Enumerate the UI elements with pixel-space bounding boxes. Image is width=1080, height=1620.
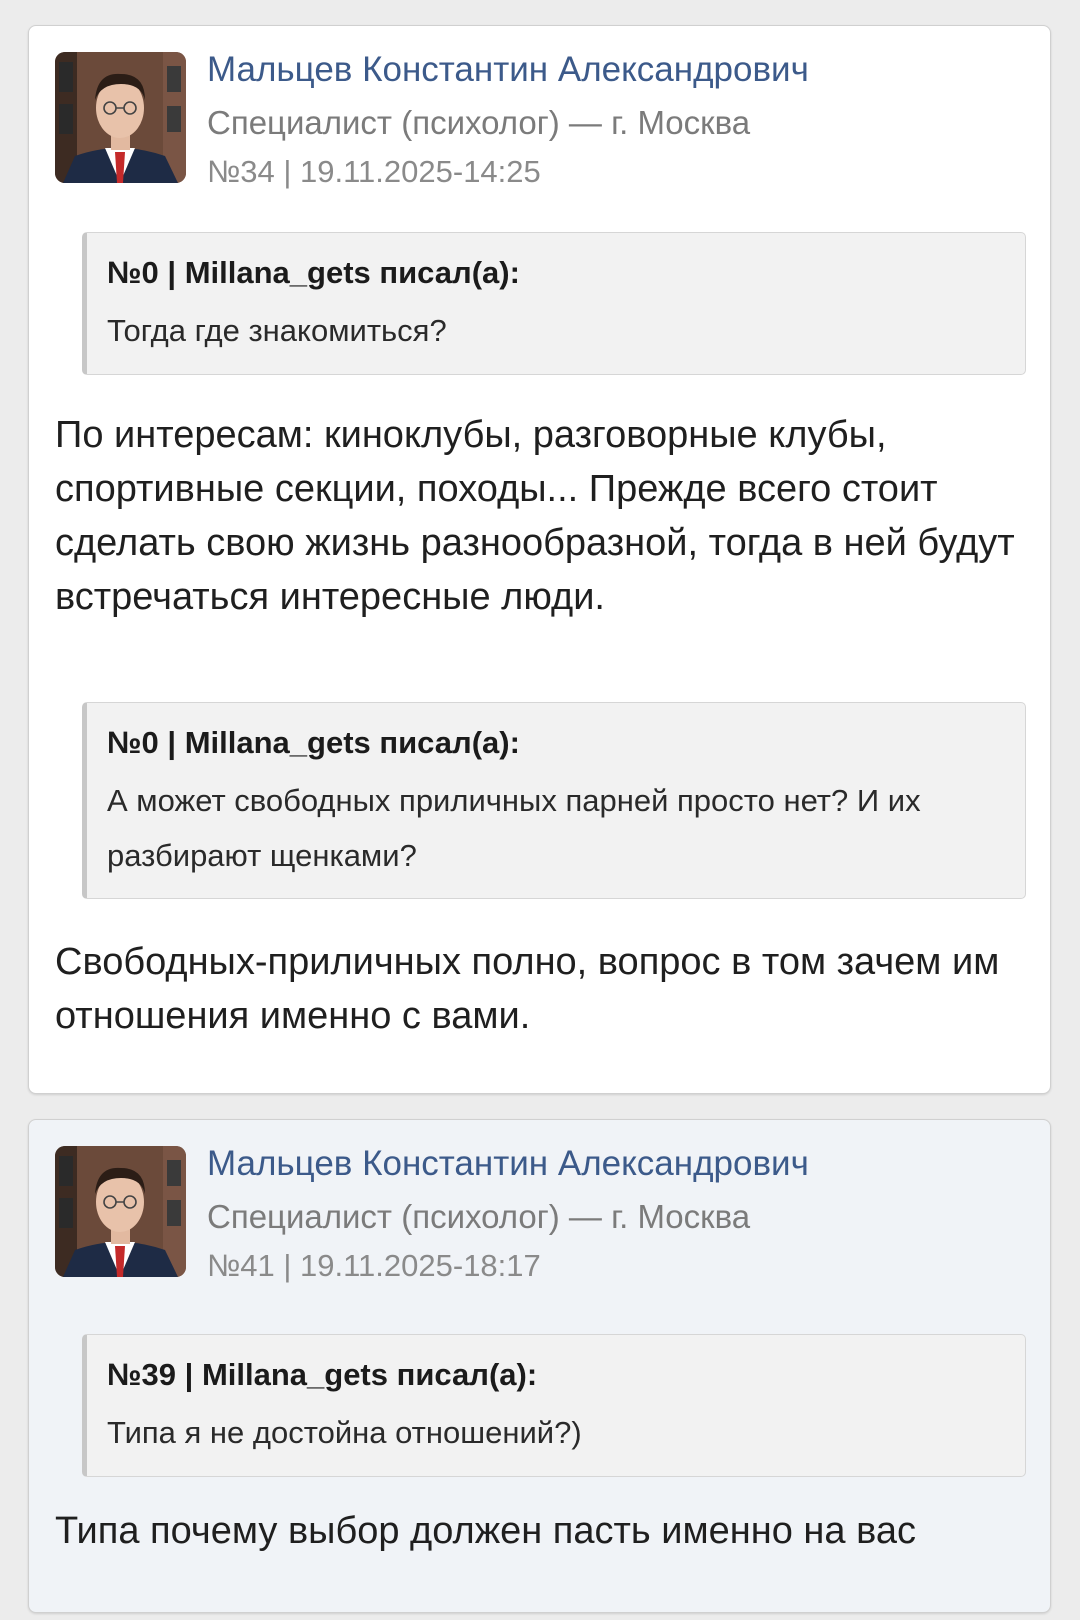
quote-block: №0 | Millana_gets писал(а): Тогда где зн… (82, 232, 1026, 375)
quote-header[interactable]: №0 | Millana_gets писал(а): (107, 253, 1007, 293)
author-role: Специалист (психолог) — г. Москва (207, 1198, 751, 1235)
reply-text: По интересам: киноклубы, разговорные клу… (55, 414, 1015, 618)
reply-text: Типа почему выбор должен пасть именно на… (55, 1510, 916, 1552)
quote-block: №39 | Millana_gets писал(а): Типа я не д… (82, 1334, 1026, 1477)
author-role: Специалист (психолог) — г. Москва (207, 104, 751, 141)
author-name-link[interactable]: Мальцев Константин Александрович (207, 50, 809, 90)
quote-text: Тогда где знакомиться? (107, 313, 447, 348)
author-avatar[interactable] (55, 1146, 186, 1277)
author-avatar[interactable] (55, 52, 186, 183)
author-name-link[interactable]: Мальцев Константин Александрович (207, 1144, 809, 1184)
reply-text: Свободных-приличных полно, вопрос в том … (55, 941, 1000, 1037)
forum-post: Мальцев Константин Александрович Специал… (28, 1119, 1051, 1613)
quote-text: А может свободных приличных парней прост… (107, 783, 921, 873)
quote-block: №0 | Millana_gets писал(а): А может своб… (82, 702, 1026, 899)
post-number-date[interactable]: №41 | 19.11.2025-18:17 (207, 1248, 541, 1284)
forum-post: Мальцев Константин Александрович Специал… (28, 25, 1051, 1094)
quote-header[interactable]: №0 | Millana_gets писал(а): (107, 723, 1007, 763)
post-number-date[interactable]: №34 | 19.11.2025-14:25 (207, 154, 541, 190)
quote-header[interactable]: №39 | Millana_gets писал(а): (107, 1355, 1007, 1395)
quote-text: Типа я не достойна отношений?) (107, 1415, 582, 1450)
